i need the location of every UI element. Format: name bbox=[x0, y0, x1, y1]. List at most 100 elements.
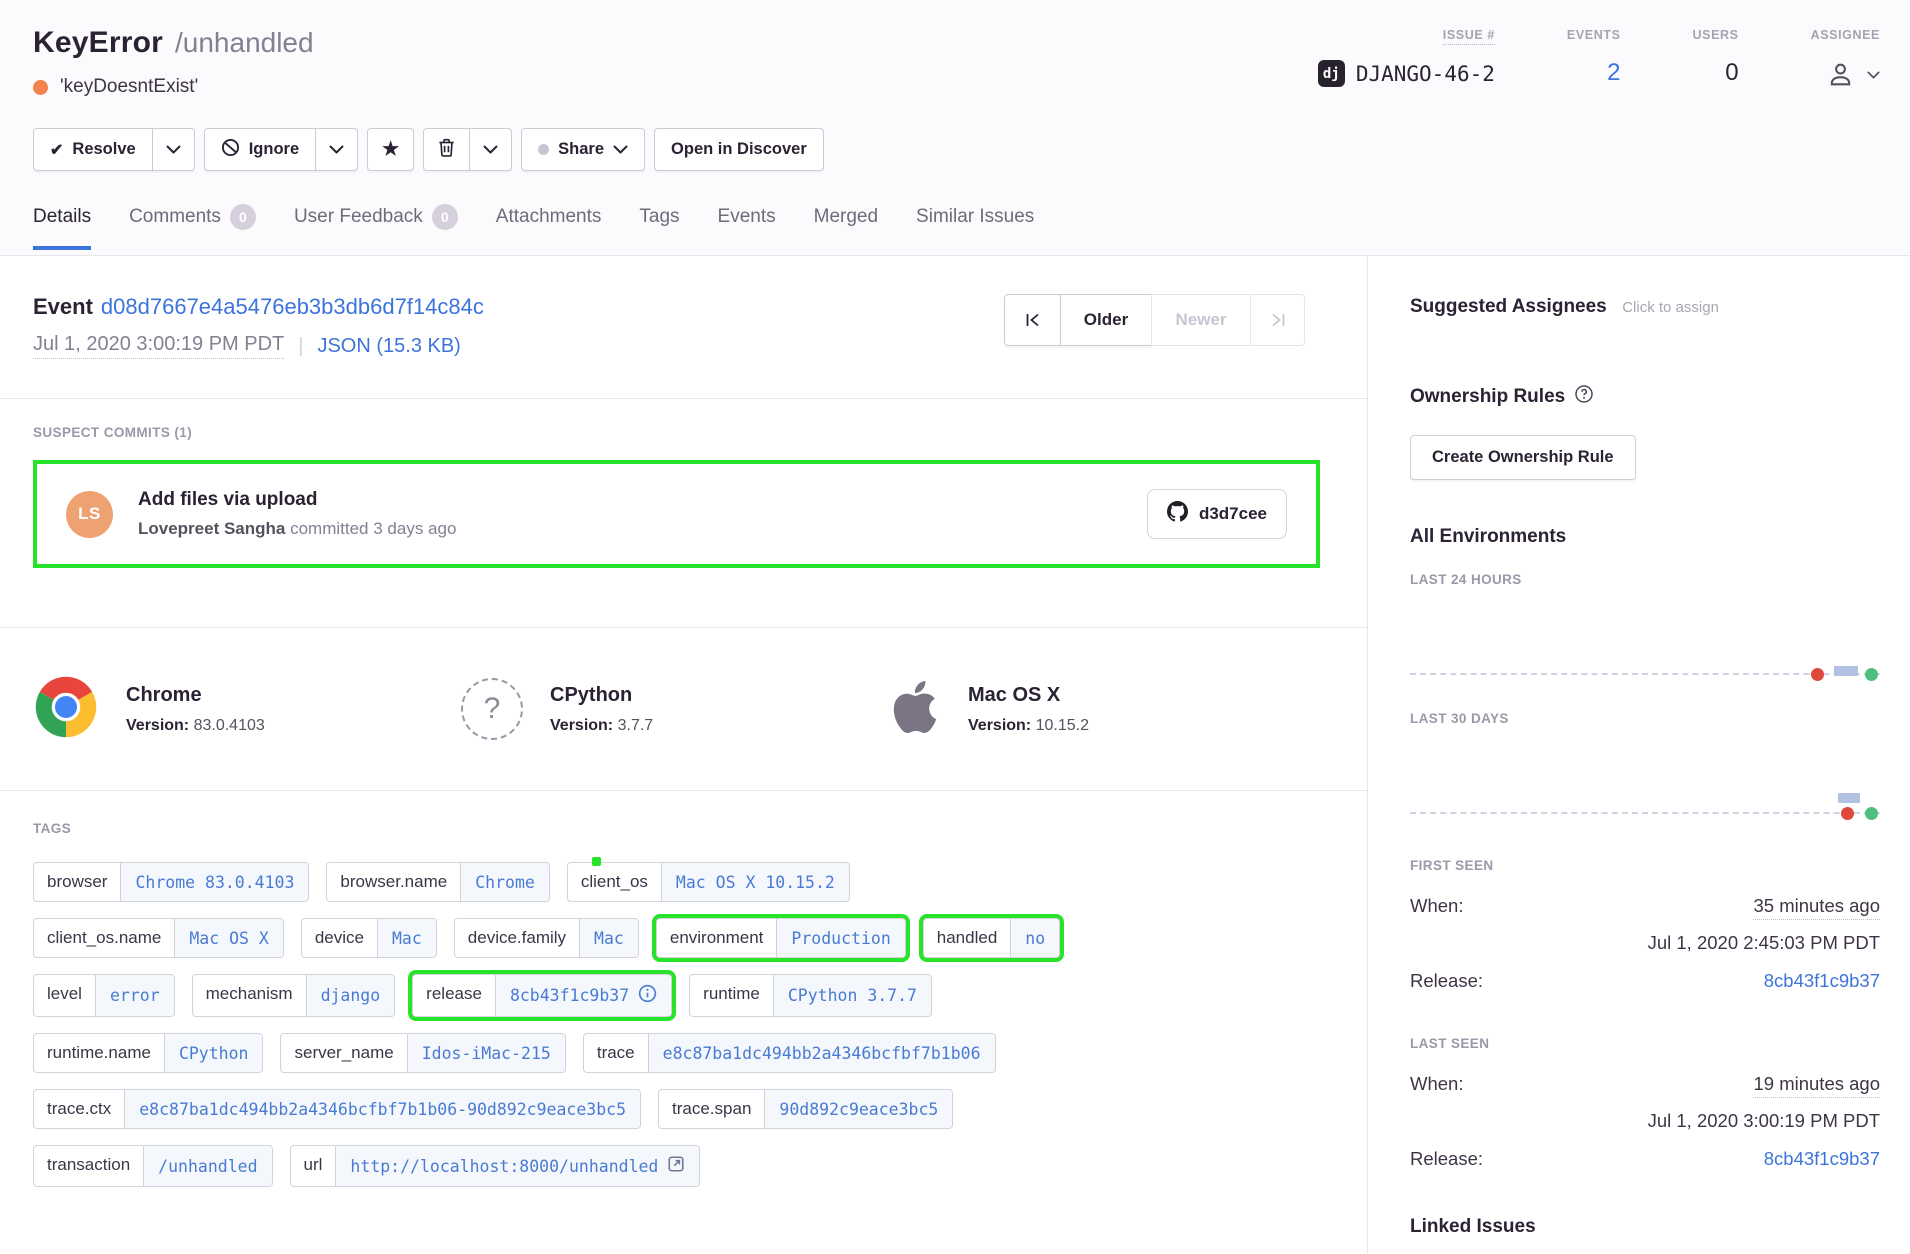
linked-issues-title: Linked Issues bbox=[1410, 1216, 1880, 1238]
tag-value-link[interactable]: e8c87ba1dc494bb2a4346bcfbf7b1b06-90d892c… bbox=[124, 1090, 640, 1128]
tab-similar-issues[interactable]: Similar Issues bbox=[916, 204, 1034, 250]
tag-value-link[interactable]: e8c87ba1dc494bb2a4346bcfbf7b1b06 bbox=[648, 1034, 995, 1072]
commit-sha-button[interactable]: d3d7cee bbox=[1147, 489, 1287, 539]
project-short-id[interactable]: DJANGO-46-2 bbox=[1356, 62, 1495, 86]
tag-pill-client-os: client_osMac OS X 10.15.2 bbox=[567, 862, 850, 902]
tab-user-feedback[interactable]: User Feedback0 bbox=[294, 204, 458, 250]
users-count[interactable]: 0 bbox=[1693, 59, 1739, 87]
annotation-marker bbox=[592, 857, 601, 866]
last-seen-block: LAST SEEN When: 19 minutes ago Jul 1, 20… bbox=[1410, 1036, 1880, 1170]
issue-message: 'keyDoesntExist' bbox=[60, 76, 198, 98]
stat-issue-number: ISSUE # dj DJANGO-46-2 bbox=[1318, 26, 1495, 87]
resolve-button[interactable]: ✔ Resolve bbox=[33, 128, 153, 171]
tag-pill-mechanism: mechanismdjango bbox=[192, 974, 396, 1017]
context-name: Mac OS X bbox=[968, 684, 1089, 707]
tab-attachments[interactable]: Attachments bbox=[496, 204, 602, 250]
oldest-event-button[interactable] bbox=[1004, 294, 1061, 346]
events-count[interactable]: 2 bbox=[1567, 59, 1621, 87]
tag-value-link[interactable]: Production bbox=[776, 919, 904, 957]
tab-label: Merged bbox=[814, 206, 878, 228]
tag-value-link[interactable]: Mac bbox=[377, 919, 436, 957]
tag-value-link[interactable]: http://localhost:8000/unhandled bbox=[335, 1146, 699, 1186]
event-label: Event bbox=[33, 294, 93, 319]
tag-value-link[interactable]: Idos-iMac-215 bbox=[407, 1034, 565, 1072]
tag-key: url bbox=[291, 1146, 336, 1186]
info-icon[interactable] bbox=[638, 984, 657, 1007]
event-pagination: Older Newer bbox=[1004, 294, 1305, 346]
tag-value-link[interactable]: Mac bbox=[579, 919, 638, 957]
newer-event-button[interactable]: Newer bbox=[1151, 294, 1251, 346]
main-column: Event d08d7667e4a5476eb3b3db6d7f14c84c Ju… bbox=[0, 256, 1368, 1254]
event-section: Event d08d7667e4a5476eb3b3db6d7f14c84c Ju… bbox=[0, 256, 1367, 399]
help-question-icon[interactable] bbox=[1574, 384, 1594, 409]
open-in-discover-button[interactable]: Open in Discover bbox=[654, 128, 824, 171]
tag-pill-browser: browserChrome 83.0.4103 bbox=[33, 862, 309, 902]
context-version: Version: 83.0.4103 bbox=[126, 717, 265, 735]
tag-key: trace bbox=[584, 1034, 648, 1072]
tab-label: Details bbox=[33, 206, 91, 228]
tab-comments[interactable]: Comments0 bbox=[129, 204, 256, 250]
tag-value-link[interactable]: CPython bbox=[164, 1034, 263, 1072]
stat-users: USERS 0 bbox=[1693, 26, 1739, 87]
context-cpython: ?CPythonVersion: 3.7.7 bbox=[461, 678, 889, 740]
assignee-dropdown[interactable] bbox=[1811, 59, 1880, 90]
chevron-down-icon bbox=[329, 140, 344, 159]
stat-assignee: ASSIGNEE bbox=[1811, 26, 1880, 90]
tag-key: device.family bbox=[455, 919, 579, 957]
first-seen-relative-time[interactable]: 35 minutes ago bbox=[1753, 895, 1880, 920]
tag-value-link[interactable]: /unhandled bbox=[143, 1146, 271, 1186]
tag-value-link[interactable]: django bbox=[306, 975, 395, 1016]
tabs: Details Comments0 User Feedback0 Attachment… bbox=[33, 204, 1880, 250]
stat-events: EVENTS 2 bbox=[1567, 26, 1621, 87]
first-seen-release-link[interactable]: 8cb43f1c9b37 bbox=[1764, 970, 1880, 992]
newest-event-button[interactable] bbox=[1250, 294, 1305, 346]
tag-pill-environment: environmentProduction bbox=[656, 918, 906, 958]
tag-value-link[interactable]: Chrome 83.0.4103 bbox=[120, 863, 308, 901]
delete-dropdown-button[interactable] bbox=[469, 128, 512, 171]
last-seen-release-link[interactable]: 8cb43f1c9b37 bbox=[1764, 1148, 1880, 1170]
tag-value-link[interactable]: Chrome bbox=[460, 863, 549, 901]
create-ownership-rule-button[interactable]: Create Ownership Rule bbox=[1410, 435, 1636, 480]
tag-key: client_os.name bbox=[34, 919, 174, 957]
tag-pill-handled: handledno bbox=[923, 918, 1060, 958]
event-id-link[interactable]: d08d7667e4a5476eb3b3db6d7f14c84c bbox=[101, 294, 484, 319]
tag-value-link[interactable]: 90d892c9eace3bc5 bbox=[764, 1090, 952, 1128]
ignore-button[interactable]: Ignore bbox=[204, 128, 316, 171]
tag-key: client_os bbox=[568, 863, 661, 901]
last-24-hours-label: LAST 24 HOURS bbox=[1410, 572, 1880, 587]
tab-details[interactable]: Details bbox=[33, 204, 91, 250]
tag-value-link[interactable]: no bbox=[1010, 919, 1059, 957]
tag-value-link[interactable]: Mac OS X 10.15.2 bbox=[661, 863, 849, 901]
share-button[interactable]: Share bbox=[521, 128, 645, 171]
external-link-icon[interactable] bbox=[667, 1155, 685, 1177]
last-seen-relative-time[interactable]: 19 minutes ago bbox=[1753, 1073, 1880, 1098]
tag-key: browser bbox=[34, 863, 120, 901]
tag-row: runtime.nameCPythonserver_nameIdos-iMac-… bbox=[33, 1033, 1334, 1073]
tag-pill-browser-name: browser.nameChrome bbox=[326, 862, 549, 902]
tag-value-link[interactable]: CPython 3.7.7 bbox=[773, 975, 931, 1016]
tab-events[interactable]: Events bbox=[718, 204, 776, 250]
star-icon: ★ bbox=[382, 138, 399, 161]
when-label: When: bbox=[1410, 895, 1463, 917]
tag-key: mechanism bbox=[193, 975, 306, 1016]
ignore-dropdown-button[interactable] bbox=[315, 128, 358, 171]
events-label: EVENTS bbox=[1567, 28, 1621, 42]
chart-release-marker bbox=[1865, 807, 1878, 820]
last-30-days-label: LAST 30 DAYS bbox=[1410, 711, 1880, 726]
tab-tags[interactable]: Tags bbox=[639, 204, 679, 250]
tag-key: runtime.name bbox=[34, 1034, 164, 1072]
event-json-link[interactable]: JSON (15.3 KB) bbox=[317, 335, 460, 358]
suspect-commit-row[interactable]: LS Add files via upload Lovepreet Sangha… bbox=[33, 460, 1320, 568]
tab-label: Comments bbox=[129, 206, 221, 228]
older-event-button[interactable]: Older bbox=[1060, 294, 1152, 346]
tab-merged[interactable]: Merged bbox=[814, 204, 878, 250]
delete-button[interactable] bbox=[423, 128, 470, 171]
tag-value-link[interactable]: error bbox=[95, 975, 174, 1016]
resolve-dropdown-button[interactable] bbox=[152, 128, 195, 171]
commit-meta: committed 3 days ago bbox=[285, 519, 456, 538]
error-level-dot bbox=[33, 80, 48, 95]
tag-value-link[interactable]: 8cb43f1c9b37 bbox=[495, 975, 671, 1016]
bookmark-star-button[interactable]: ★ bbox=[367, 128, 414, 171]
tag-value-link[interactable]: Mac OS X bbox=[174, 919, 282, 957]
event-timestamp[interactable]: Jul 1, 2020 3:00:19 PM PDT bbox=[33, 333, 284, 359]
